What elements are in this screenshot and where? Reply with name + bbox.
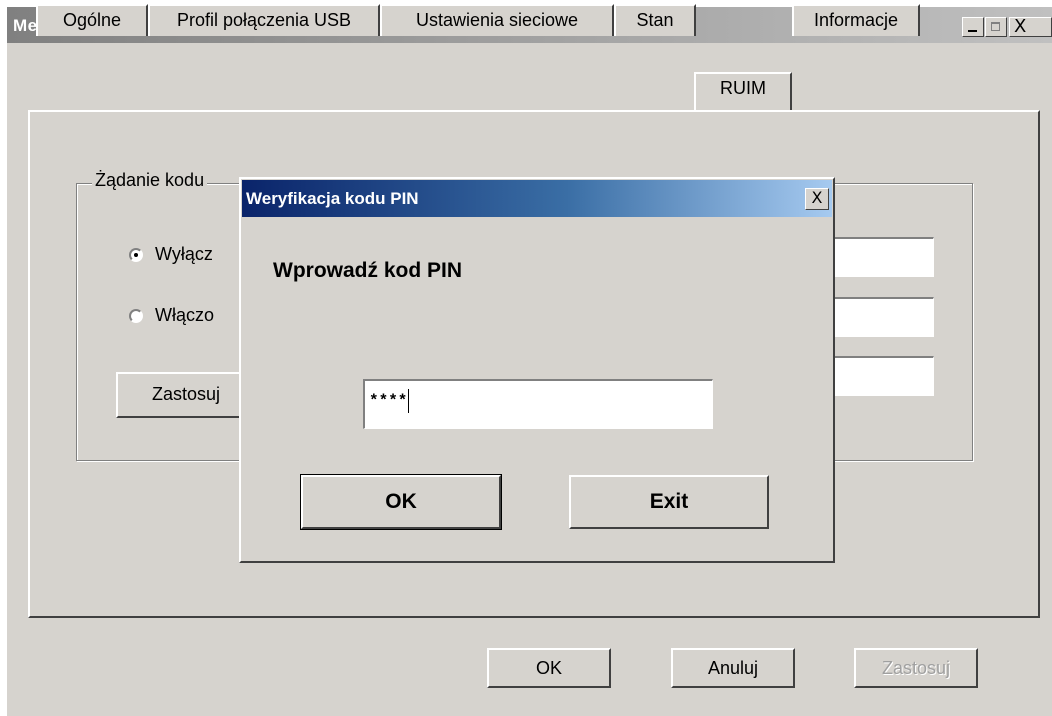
dialog-exit-label: Exit — [649, 490, 689, 513]
ok-button-label: OK — [535, 658, 562, 678]
cancel-button-label: Anuluj — [707, 658, 759, 678]
radio-enabled-label: Włączo — [155, 305, 215, 325]
pin-prompt: Wprowadź kod PIN — [273, 259, 462, 282]
pin-field-3[interactable] — [822, 356, 934, 396]
cancel-button[interactable]: Anuluj — [671, 648, 795, 688]
radio-disabled-label: Wyłącz — [155, 244, 213, 264]
radio-selected-dot — [134, 253, 138, 257]
dialog-ok-button[interactable]: OK — [300, 474, 502, 530]
ok-button[interactable]: OK — [487, 648, 611, 688]
tab-label: Ustawienia sieciowe — [415, 10, 579, 30]
tab-label: Informacje — [813, 10, 899, 30]
minimize-button[interactable] — [962, 17, 984, 37]
groupbox-label: Żądanie kodu — [92, 170, 208, 191]
tab-label: Stan — [636, 10, 674, 30]
dialog-title: Weryfikacja kodu PIN — [246, 189, 419, 208]
apply-button[interactable]: Zastosuj — [854, 648, 978, 688]
text-caret — [408, 389, 410, 413]
dialog-ok-label: OK — [385, 490, 417, 513]
radio-enabled[interactable] — [129, 309, 143, 323]
apply-button-label: Zastosuj — [881, 658, 951, 678]
tab-stan[interactable]: Stan — [614, 4, 696, 36]
close-icon: X — [1014, 16, 1027, 37]
tab-ustawienia-sieciowe[interactable]: Ustawienia sieciowe — [380, 4, 614, 36]
maximize-button[interactable] — [985, 17, 1007, 37]
pin-input[interactable]: **** — [363, 379, 713, 429]
dialog-titlebar[interactable]: Weryfikacja kodu PIN X — [242, 180, 832, 217]
minimize-icon — [968, 30, 977, 32]
dialog-close-button[interactable]: X — [805, 188, 829, 210]
close-button[interactable]: X — [1009, 16, 1052, 37]
pin-field-1[interactable] — [822, 237, 934, 277]
tab-ruim[interactable]: RUIM — [694, 72, 792, 110]
dialog-exit-button[interactable]: Exit — [569, 475, 769, 529]
tab-ogolne[interactable]: Ogólne — [36, 4, 148, 36]
tab-profil-usb[interactable]: Profil połączenia USB — [148, 4, 380, 36]
tab-informacje[interactable]: Informacje — [792, 4, 920, 36]
tab-label: RUIM — [720, 78, 766, 98]
radio-disabled[interactable] — [129, 248, 143, 262]
pin-verification-dialog: Weryfikacja kodu PIN X Wprowadź kod PIN … — [239, 177, 835, 563]
pin-field-2[interactable] — [822, 297, 934, 337]
groupbox-apply-label: Zastosuj — [152, 384, 221, 404]
tab-label: Ogólne — [62, 10, 122, 30]
close-icon: X — [811, 188, 823, 207]
pin-masked-value: **** — [369, 392, 408, 411]
tab-label: Profil połączenia USB — [176, 10, 352, 30]
maximize-icon — [991, 22, 1000, 31]
